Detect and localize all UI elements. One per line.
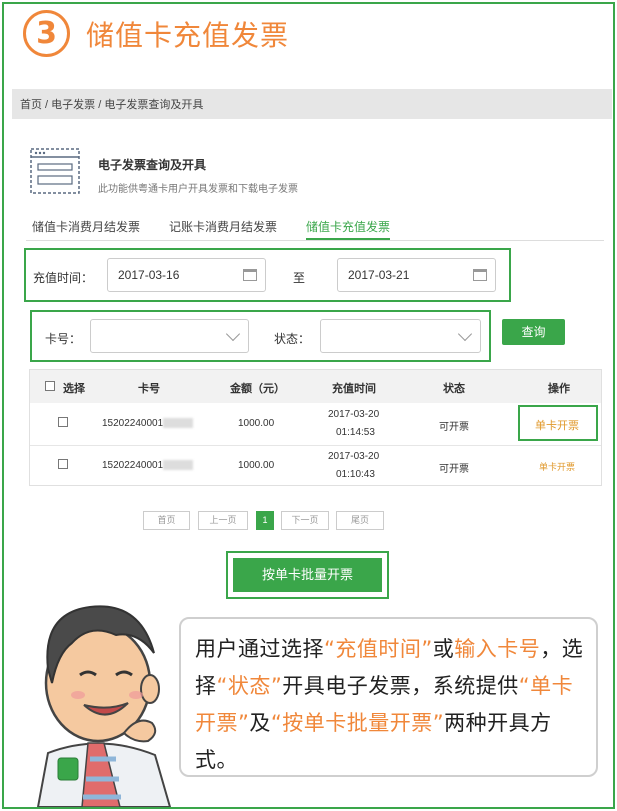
bubble-text: 开具电子发票，系统提供 — [282, 674, 519, 698]
card-number-select[interactable] — [90, 319, 249, 353]
invoice-table: 选择 卡号 金额（元） 充值时间 状态 操作 15202240001 1000.… — [29, 369, 602, 486]
row-checkbox[interactable] — [58, 417, 68, 427]
page-title: 电子发票查询及开具 — [98, 158, 207, 172]
pager-next-button[interactable]: 下一页 — [281, 511, 329, 530]
status-label: 状态： — [274, 332, 311, 346]
row-checkbox[interactable] — [58, 459, 68, 469]
recharge-time-label: 充值时间： — [33, 271, 94, 285]
col-card-number: 卡号 — [138, 383, 160, 395]
explanation-bubble: 用户通过选择“充值时间”或输入卡号，选择“状态”开具电子发票，系统提供“单卡开票… — [179, 617, 598, 777]
bubble-text: 及 — [249, 711, 271, 735]
single-invoice-link[interactable]: 单卡开票 — [535, 417, 579, 433]
card-number-cell: 15202240001 — [102, 460, 194, 471]
pager-current-page[interactable]: 1 — [256, 511, 274, 530]
tab-account-card-monthly[interactable]: 记账卡消费月结发票 — [169, 218, 277, 240]
batch-invoice-button[interactable]: 按单卡批量开票 — [233, 558, 382, 592]
card-number-label: 卡号： — [45, 332, 82, 346]
invoice-window-icon — [30, 148, 80, 194]
chevron-down-icon — [457, 326, 473, 342]
tab-stored-card-monthly[interactable]: 储值卡消费月结发票 — [32, 218, 140, 240]
card-number-cell: 15202240001 — [102, 418, 194, 429]
bubble-highlight-status: “状态” — [216, 674, 283, 698]
bubble-text: 用户通过选择 — [195, 637, 324, 661]
invoice-tabs: 储值卡消费月结发票 记账卡消费月结发票 储值卡充值发票 — [32, 218, 419, 240]
bubble-highlight-card-number: 输入卡号 — [454, 637, 541, 661]
col-amount: 金额（元） — [230, 383, 285, 395]
single-invoice-link[interactable]: 单卡开票 — [539, 460, 575, 473]
bubble-highlight-recharge-time: “充值时间” — [324, 637, 433, 661]
pager-last-button[interactable]: 尾页 — [336, 511, 384, 530]
start-date-value: 2017-03-16 — [118, 268, 180, 282]
bubble-highlight-batch: “按单卡批量开票” — [270, 711, 445, 735]
tab-stored-card-recharge[interactable]: 储值卡充值发票 — [306, 218, 391, 240]
col-action: 操作 — [548, 383, 570, 395]
masked-digits — [163, 460, 194, 471]
recharge-date-cell: 2017-03-20 — [328, 409, 380, 420]
section-title: 储值卡充值发票 — [86, 19, 290, 52]
status-select[interactable] — [320, 319, 481, 353]
col-status: 状态 — [443, 383, 465, 395]
recharge-time-cell: 01:14:53 — [336, 427, 375, 438]
table-header: 选择 卡号 金额（元） 充值时间 状态 操作 — [30, 370, 601, 403]
date-range-separator: 至 — [293, 271, 306, 285]
row-divider — [30, 445, 601, 446]
masked-digits — [163, 418, 194, 429]
end-date-input[interactable]: 2017-03-21 — [337, 258, 496, 292]
col-recharge-time: 充值时间 — [332, 383, 376, 395]
status-cell: 可开票 — [439, 422, 469, 433]
page-description: 此功能供粤通卡用户开具发票和下载电子发票 — [98, 184, 298, 195]
status-cell: 可开票 — [439, 464, 469, 475]
col-select: 选择 — [63, 383, 85, 395]
pager-prev-button[interactable]: 上一页 — [198, 511, 248, 530]
presenter-illustration — [36, 605, 172, 807]
end-date-value: 2017-03-21 — [348, 268, 410, 282]
step-number-badge: 3 — [23, 10, 70, 57]
bubble-text: 或 — [432, 637, 455, 661]
amount-cell: 1000.00 — [238, 418, 275, 429]
chevron-down-icon — [225, 326, 241, 342]
calendar-icon[interactable] — [473, 269, 487, 281]
recharge-date-cell: 2017-03-20 — [328, 451, 380, 462]
select-all-checkbox[interactable] — [45, 381, 55, 391]
query-button[interactable]: 查询 — [502, 319, 565, 345]
calendar-icon[interactable] — [243, 269, 257, 281]
recharge-time-cell: 01:10:43 — [336, 469, 375, 480]
breadcrumb: 首页 / 电子发票 / 电子发票查询及开具 — [12, 89, 612, 119]
pager-first-button[interactable]: 首页 — [143, 511, 190, 530]
amount-cell: 1000.00 — [238, 460, 275, 471]
start-date-input[interactable]: 2017-03-16 — [107, 258, 266, 292]
tab-divider — [26, 240, 604, 241]
